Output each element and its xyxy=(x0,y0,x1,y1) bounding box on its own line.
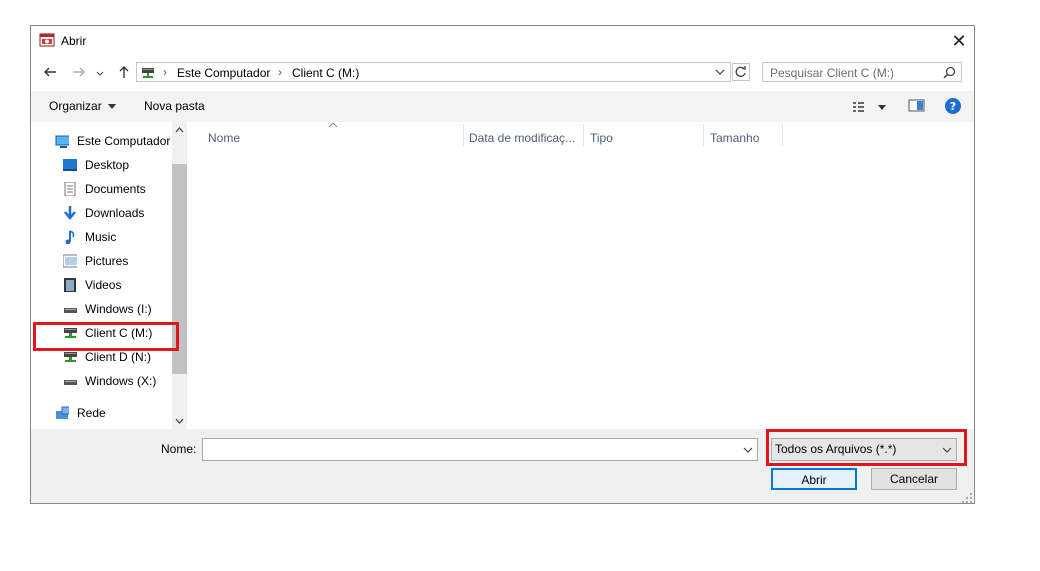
breadcrumb-client-c[interactable]: Client C (M:) xyxy=(292,66,359,80)
chevron-down-icon xyxy=(96,71,104,76)
recent-locations-button[interactable] xyxy=(93,62,107,82)
column-header-tipo[interactable]: Tipo xyxy=(590,129,613,147)
column-divider[interactable] xyxy=(703,124,704,146)
sidebar-item-label: Windows (I:) xyxy=(85,302,152,316)
breadcrumb-separator: › xyxy=(278,65,282,79)
close-icon: ✕ xyxy=(951,31,967,51)
desktop-icon xyxy=(63,159,77,171)
organize-menu[interactable]: Organizar xyxy=(49,99,117,113)
open-button-label: Abrir xyxy=(801,473,827,487)
file-list[interactable] xyxy=(188,122,974,429)
sidebar-item-label: Downloads xyxy=(85,206,145,220)
up-button[interactable] xyxy=(114,62,134,82)
column-divider[interactable] xyxy=(583,124,584,146)
filename-input[interactable] xyxy=(202,438,758,461)
sidebar-item-windows-i[interactable]: Windows (I:) xyxy=(31,298,171,320)
column-header-nome[interactable]: Nome xyxy=(208,129,240,147)
refresh-icon xyxy=(735,66,746,77)
view-list-icon xyxy=(853,102,886,112)
filename-label: Nome: xyxy=(161,442,197,456)
address-dropdown-icon[interactable] xyxy=(715,69,725,76)
sidebar-item-pictures[interactable]: Pictures xyxy=(31,250,171,272)
chevron-down-icon[interactable] xyxy=(743,447,753,454)
refresh-button[interactable] xyxy=(732,63,750,81)
chevron-down-icon xyxy=(108,104,117,109)
sidebar-item-documents[interactable]: Documents xyxy=(31,178,171,200)
column-divider[interactable] xyxy=(782,124,783,146)
music-icon xyxy=(65,230,75,244)
forward-button[interactable] xyxy=(69,62,89,82)
column-header-tamanho[interactable]: Tamanho xyxy=(710,129,759,147)
network-drive-icon xyxy=(64,352,77,362)
new-folder-label: Nova pasta xyxy=(144,99,205,113)
preview-pane-icon xyxy=(908,99,925,112)
open-file-dialog: Abrir ✕ › Este Computador › Client C (M:… xyxy=(30,25,975,504)
sidebar-item-rede[interactable]: Rede xyxy=(31,402,171,424)
highlight-file-type xyxy=(766,429,967,466)
computer-icon xyxy=(55,135,69,148)
sidebar-item-music[interactable]: Music xyxy=(31,226,171,248)
videos-icon xyxy=(64,278,76,292)
help-button[interactable]: ? xyxy=(944,97,962,115)
address-box[interactable]: › Este Computador › Client C (M:) xyxy=(136,62,731,82)
search-input[interactable]: Pesquisar Client C (M:) xyxy=(762,62,962,82)
sidebar-item-downloads[interactable]: Downloads xyxy=(31,202,171,224)
app-icon xyxy=(39,33,55,47)
sidebar-item-label: Music xyxy=(85,230,117,244)
sidebar-item-label: Documents xyxy=(85,182,146,196)
command-toolbar: Organizar Nova pasta ? xyxy=(31,91,974,122)
scroll-up-icon[interactable] xyxy=(175,126,184,134)
drive-icon xyxy=(64,308,77,313)
search-icon xyxy=(943,66,956,79)
sort-ascending-icon xyxy=(328,122,338,128)
resize-grip-icon[interactable] xyxy=(961,492,973,504)
back-button[interactable] xyxy=(40,62,60,82)
sidebar-item-label: Windows (X:) xyxy=(85,374,157,388)
close-button[interactable]: ✕ xyxy=(946,28,972,54)
network-drive-icon xyxy=(142,68,154,78)
sidebar-item-label: Este Computador xyxy=(77,134,171,148)
sidebar-item-label: Pictures xyxy=(85,254,129,268)
organize-label: Organizar xyxy=(49,99,102,113)
cancel-button[interactable]: Cancelar xyxy=(871,468,957,490)
navigation-pane: Este Computador Desktop Documents Downlo… xyxy=(31,122,187,429)
breadcrumb-este-computador[interactable]: Este Computador xyxy=(177,66,270,80)
sidebar-item-label: Rede xyxy=(77,406,106,420)
scroll-down-icon[interactable] xyxy=(175,417,184,425)
column-header-data-modificacao[interactable]: Data de modificaç... xyxy=(469,129,575,147)
search-placeholder: Pesquisar Client C (M:) xyxy=(770,66,895,80)
pictures-icon xyxy=(63,254,77,268)
preview-pane-button[interactable] xyxy=(908,98,925,113)
sidebar-item-desktop[interactable]: Desktop xyxy=(31,154,171,176)
network-icon xyxy=(56,406,69,419)
sidebar-item-label: Desktop xyxy=(85,158,130,172)
column-divider[interactable] xyxy=(463,124,464,146)
sidebar-item-videos[interactable]: Videos xyxy=(31,274,171,296)
downloads-icon xyxy=(64,206,76,220)
drive-icon xyxy=(64,380,77,385)
help-icon: ? xyxy=(945,98,961,114)
new-folder-button[interactable]: Nova pasta xyxy=(144,99,205,113)
title-bar: Abrir ✕ xyxy=(31,26,974,56)
highlight-client-c xyxy=(33,322,179,351)
open-button[interactable]: Abrir xyxy=(771,468,857,490)
back-arrow-icon xyxy=(44,67,56,77)
cancel-button-label: Cancelar xyxy=(889,472,939,486)
breadcrumb-separator: › xyxy=(163,65,167,79)
svg-text:?: ? xyxy=(950,100,956,113)
view-options-button[interactable] xyxy=(851,99,891,115)
sidebar-item-windows-x[interactable]: Windows (X:) xyxy=(31,370,171,392)
sidebar-item-este-computador[interactable]: Este Computador xyxy=(31,130,171,152)
window-title: Abrir xyxy=(61,34,87,48)
documents-icon xyxy=(64,182,76,196)
up-arrow-icon xyxy=(119,66,129,78)
sidebar-item-label: Videos xyxy=(85,278,122,292)
forward-arrow-icon xyxy=(73,67,85,77)
